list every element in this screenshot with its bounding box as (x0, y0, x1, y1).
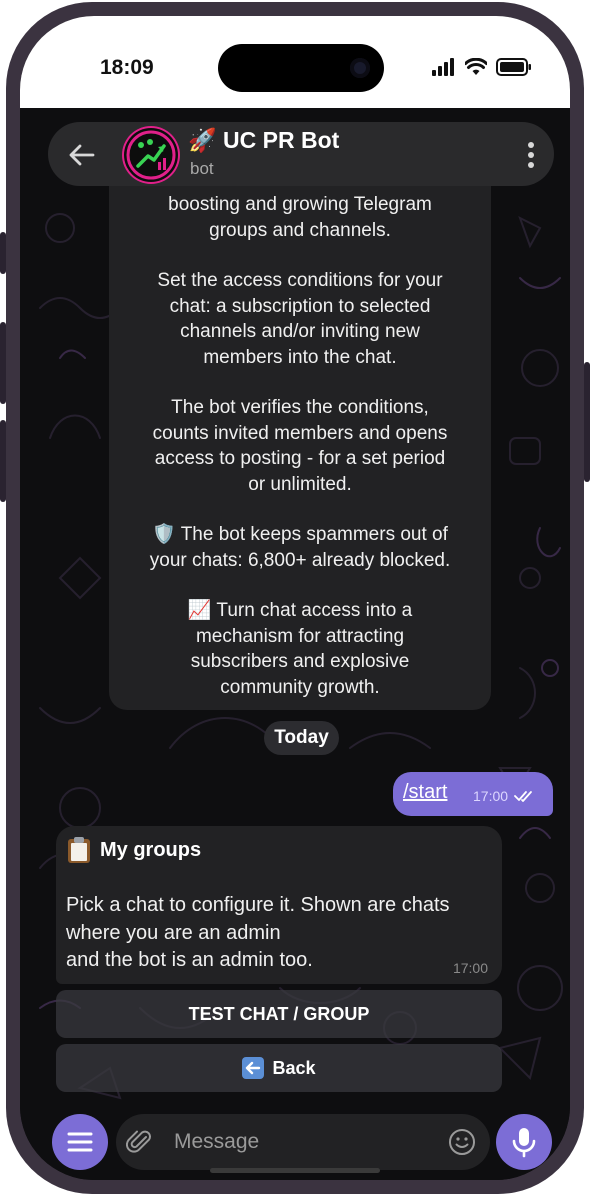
back-arrow-icon[interactable] (66, 140, 96, 170)
status-bar: 18:09 (20, 16, 570, 108)
back-arrow-emoji-icon (242, 1057, 265, 1079)
button-label: Back (272, 1057, 316, 1078)
date-separator: Today (264, 721, 339, 755)
rocket-growth-logo (126, 130, 176, 180)
start-command-link[interactable]: /start (403, 781, 447, 804)
test-chat-group-button[interactable]: TEST CHAT / GROUP (56, 990, 502, 1038)
intro-line: subscribers and explosive (190, 651, 410, 672)
wifi-icon (465, 58, 487, 75)
groups-body-line: Pick a chat to configure it. Shown are c… (66, 894, 450, 916)
battery-icon (496, 58, 531, 76)
menu-icon (67, 1132, 93, 1152)
side-button (0, 232, 6, 274)
intro-line: or unlimited. (248, 473, 352, 495)
intro-paragraph-4: 🛡️ The bot keeps spammers out of your ch… (109, 522, 491, 573)
intro-line: mechanism for attracting (195, 625, 405, 647)
voice-message-button[interactable] (496, 1114, 552, 1170)
intro-paragraph-1: boosting and growing Telegram groups and… (109, 192, 491, 243)
my-groups-message: My groups Pick a chat to configure it. S… (56, 826, 502, 984)
back-button[interactable]: Back (56, 1044, 502, 1092)
groups-body-line: and the bot is an admin too. (66, 949, 313, 971)
intro-line: channels and/or inviting new (180, 321, 420, 342)
intro-line: members into the chat. (203, 346, 397, 368)
button-label: TEST CHAT / GROUP (188, 1003, 370, 1024)
chat-header: 🚀 UC PR Bot bot (48, 122, 554, 186)
power-button (584, 362, 590, 482)
emoji-icon[interactable] (448, 1128, 476, 1156)
intro-line: chat: a subscription to selected (169, 295, 431, 317)
volume-up-button (0, 322, 6, 404)
intro-line: access to posting - for a set period (154, 448, 446, 469)
intro-line: counts invited members and opens (152, 422, 448, 444)
groups-body-line: where you are an admin (66, 921, 281, 944)
bot-avatar[interactable] (124, 128, 178, 182)
signal-icon (432, 58, 454, 76)
groups-body: Pick a chat to configure it. Shown are c… (66, 892, 496, 975)
groups-title: My groups (100, 838, 202, 861)
chat-subtitle: bot (190, 159, 214, 178)
dynamic-island (218, 44, 384, 92)
bot-intro-message: boosting and growing Telegram groups and… (109, 168, 491, 710)
intro-line: boosting and growing Telegram (168, 194, 432, 215)
status-time: 18:09 (100, 56, 154, 79)
clipboard-icon (68, 837, 90, 863)
intro-line: community growth. (220, 676, 380, 698)
message-time: 17:00 (452, 960, 488, 976)
phone-frame: 18:09 🚀 UC PR Bot bot boosting and growi… (0, 2, 590, 1194)
more-options-icon[interactable] (526, 140, 536, 170)
chat-title: 🚀 UC PR Bot (188, 127, 340, 153)
chat-area[interactable]: 🚀 UC PR Bot bot boosting and growing Tel… (20, 108, 570, 1180)
intro-line: Set the access conditions for your (157, 270, 443, 291)
intro-paragraph-2: Set the access conditions for your chat:… (109, 268, 491, 370)
home-indicator (210, 1168, 380, 1173)
outgoing-message[interactable]: /start 17:00 (393, 772, 553, 816)
intro-line: 🛡️ The bot keeps spammers out of (152, 524, 448, 545)
double-check-icon (514, 791, 532, 802)
status-icons (432, 56, 532, 78)
intro-line: your chats: 6,800+ already blocked. (149, 549, 451, 571)
intro-paragraph-5: 📈 Turn chat access into a mechanism for … (109, 598, 491, 700)
message-input-bar[interactable]: Message (116, 1114, 490, 1170)
attach-icon[interactable] (126, 1128, 154, 1156)
intro-paragraph-3: The bot verifies the conditions, counts … (109, 395, 491, 497)
intro-line: 📈 Turn chat access into a (187, 600, 413, 621)
bot-menu-button[interactable] (52, 1114, 108, 1170)
message-time: 17:00 (473, 788, 509, 804)
groups-title-row: My groups (66, 836, 201, 864)
microphone-icon (512, 1128, 536, 1158)
message-input[interactable]: Message (174, 1130, 259, 1154)
screen: 18:09 🚀 UC PR Bot bot boosting and growi… (20, 16, 570, 1180)
camera-icon (350, 58, 370, 78)
volume-down-button (0, 420, 6, 502)
intro-line: The bot verifies the conditions, (171, 397, 429, 418)
intro-line: groups and channels. (209, 219, 391, 241)
